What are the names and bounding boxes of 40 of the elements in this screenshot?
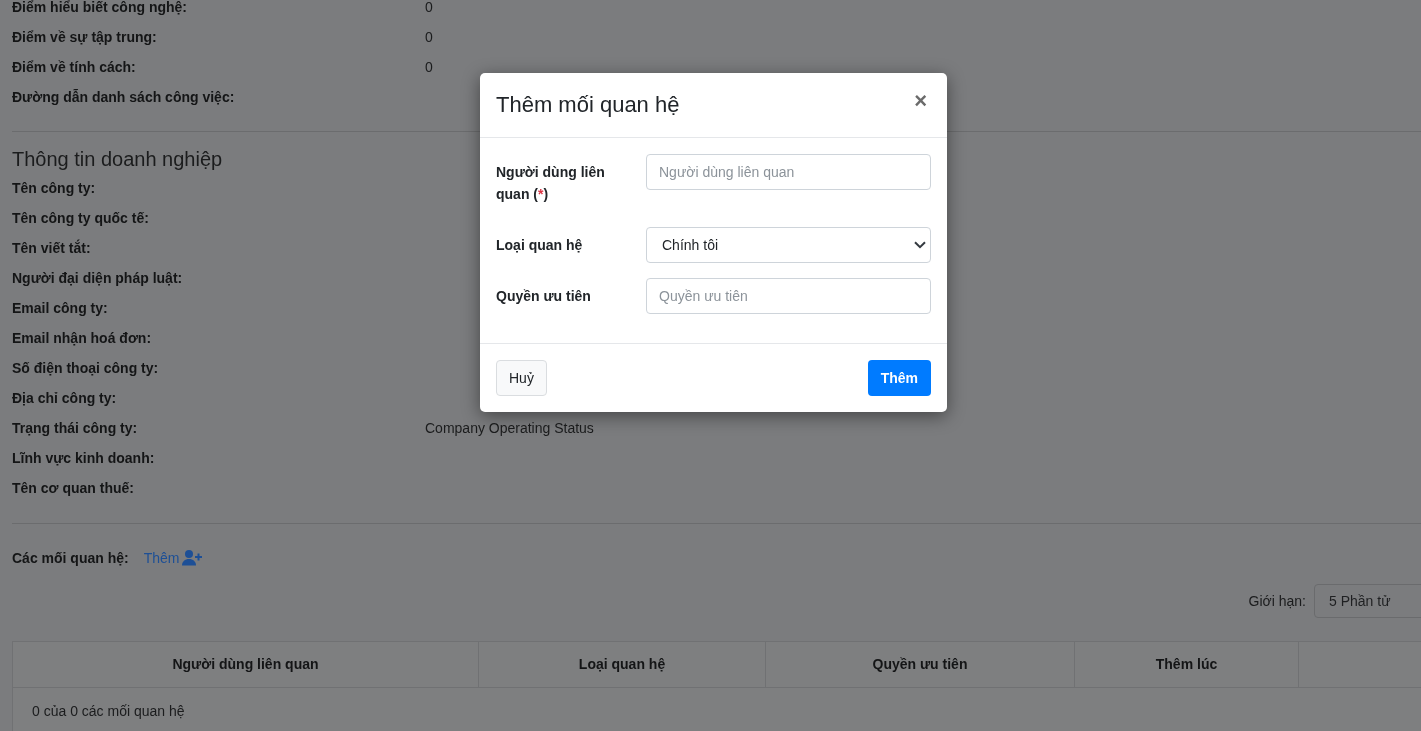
field-label: Đường dẫn danh sách công việc: (12, 87, 235, 107)
field-label: Trạng thái công ty: (12, 418, 138, 438)
limit-label: Giới hạn: (1248, 591, 1306, 611)
add-button[interactable]: Thêm (867, 360, 931, 396)
cancel-button[interactable]: Huỷ (496, 360, 547, 396)
field-label: Người dùng liên quan (*) (496, 163, 606, 204)
field-label: Điểm hiểu biết công nghệ: (12, 0, 187, 17)
field-label: Email công ty: (12, 298, 108, 318)
dropdown-field[interactable]: Chính tôi (646, 227, 931, 263)
section-heading: Thông tin doanh nghiệp (12, 147, 223, 172)
field-label: Tên cơ quan thuế: (12, 478, 134, 498)
field-value: 0 (425, 0, 433, 17)
field-label: Tên viết tắt: (12, 238, 91, 258)
field-label: Số điện thoại công ty: (12, 358, 159, 378)
limit-dropdown[interactable]: 5 Phần tử (1314, 584, 1421, 618)
field-value: Company Operating Status (425, 418, 594, 438)
table-summary: 0 của 0 các mối quan hệ (32, 701, 185, 721)
column-header: Thêm lúc (1155, 655, 1218, 674)
field-label: Loại quan hệ (496, 236, 584, 255)
field-label: Điểm về sự tập trung: (12, 27, 157, 47)
dialog-title: Thêm mối quan hệ (496, 91, 680, 119)
field-label: Lĩnh vực kinh doanh: (12, 448, 155, 468)
user-plus-icon (182, 550, 203, 566)
column-header: Quyền ưu tiên (872, 655, 968, 674)
field-label: Người đại diện pháp luật: (12, 268, 183, 288)
column-header: Loại quan hệ (578, 655, 666, 674)
field-value: 0 (425, 57, 433, 77)
field-label: Tên công ty quốc tế: (12, 208, 149, 228)
field-label: Quyền ưu tiên (496, 287, 592, 306)
input-field[interactable]: Người dùng liên quan (646, 154, 931, 190)
field-label: Điểm về tính cách: (12, 57, 136, 77)
chevron-down-icon (914, 241, 926, 249)
column-header: Người dùng liên quan (172, 655, 319, 674)
field-label: Email nhận hoá đơn: (12, 328, 152, 348)
input-field[interactable]: Quyền ưu tiên (646, 278, 931, 314)
field-label: Địa chỉ công ty: (12, 388, 117, 408)
section-label: Các mối quan hệ: (12, 548, 129, 568)
close-button[interactable]: × (910, 90, 931, 112)
field-label: Tên công ty: (12, 178, 96, 198)
field-value: 0 (425, 27, 433, 47)
